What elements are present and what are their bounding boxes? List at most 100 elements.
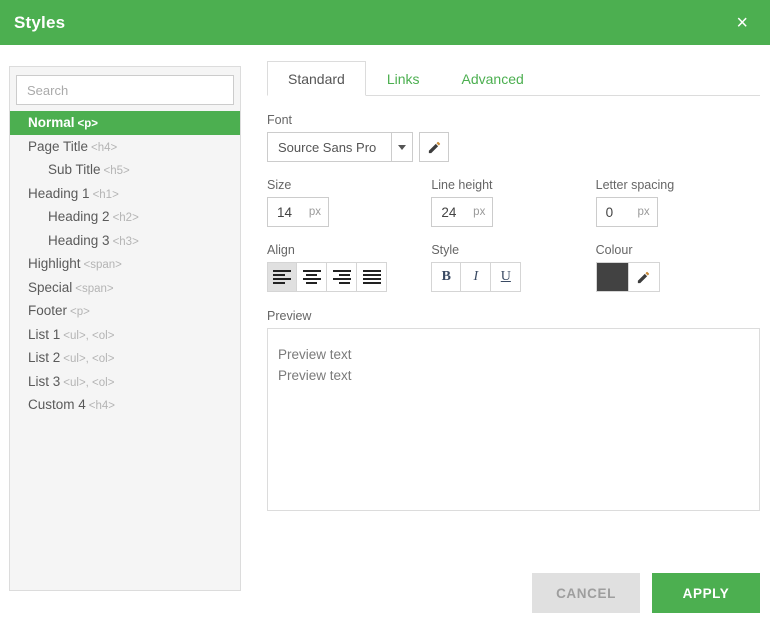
preview-box: Preview textPreview text [267,328,760,511]
style-item-label: List 3 [28,374,60,389]
align-left-button[interactable] [267,262,297,292]
metrics-row: Size px Line height px Letter spacing px [267,178,760,227]
align-button-group [267,262,431,292]
letter-spacing-input[interactable] [606,205,632,220]
colour-controls [596,262,760,292]
style-list-item[interactable]: Special<span> [10,276,240,300]
apply-button[interactable]: APPLY [652,573,760,613]
preview-text-line: Preview text [278,344,759,365]
pencil-icon [427,140,442,155]
align-right-button[interactable] [327,262,357,292]
style-list-item[interactable]: Custom 4<h4> [10,393,240,417]
format-controls-row: Align [267,243,760,292]
style-item-tag: <h4> [89,400,115,412]
style-list-item[interactable]: Footer<p> [10,299,240,323]
style-list-item[interactable]: List 1<ul>, <ol> [10,323,240,347]
style-item-label: Heading 1 [28,186,90,201]
style-label: Style [431,243,595,257]
style-item-tag: <p> [70,306,90,318]
style-item-tag: <span> [75,283,113,295]
style-item-label: Custom 4 [28,397,86,412]
style-item-tag: <h1> [93,189,119,201]
style-item-tag: <ul>, <ol> [63,377,114,389]
letter-spacing-field[interactable]: px [596,197,658,227]
letter-spacing-label: Letter spacing [596,178,760,192]
style-item-label: Sub Title [48,162,101,177]
chevron-down-icon [398,145,406,150]
page-title: Styles [14,13,65,33]
style-group: Style B I U [431,243,595,292]
style-item-tag: <h3> [113,236,139,248]
style-list-item[interactable]: Heading 3<h3> [10,229,240,253]
style-list-item[interactable]: Heading 1<h1> [10,182,240,206]
style-item-label: Special [28,280,72,295]
settings-content: StandardLinksAdvanced Font Source Sans P… [267,59,760,511]
style-list-item[interactable]: Sub Title<h5> [10,158,240,182]
style-list-item[interactable]: Page Title<h4> [10,135,240,159]
close-icon[interactable]: × [732,11,752,35]
font-dropdown-toggle[interactable] [391,132,413,162]
align-center-button[interactable] [297,262,327,292]
bold-button[interactable]: B [431,262,461,292]
letter-spacing-unit: px [638,206,650,218]
bold-icon: B [442,269,451,285]
search-container [10,67,240,111]
font-controls: Source Sans Pro [267,132,760,162]
line-height-field[interactable]: px [431,197,493,227]
align-group: Align [267,243,431,292]
preview-section: Preview Preview textPreview text [267,309,760,511]
size-label: Size [267,178,431,192]
style-list-item[interactable]: List 2<ul>, <ol> [10,346,240,370]
line-height-group: Line height px [431,178,595,227]
style-item-tag: <p> [78,118,98,130]
search-input[interactable] [16,75,234,105]
font-edit-button[interactable] [419,132,449,162]
style-item-tag: <ul>, <ol> [63,330,114,342]
size-field[interactable]: px [267,197,329,227]
size-input[interactable] [277,205,303,220]
align-left-icon [273,270,291,284]
style-item-label: Highlight [28,256,81,271]
style-item-tag: <h5> [104,165,130,177]
line-height-unit: px [473,206,485,218]
style-item-tag: <h2> [113,212,139,224]
colour-swatch[interactable] [596,262,628,292]
tab-standard[interactable]: Standard [267,61,366,96]
align-justify-button[interactable] [357,262,387,292]
font-family-select[interactable]: Source Sans Pro [267,132,391,162]
style-item-label: Normal [28,115,75,130]
colour-group: Colour [596,243,760,292]
tab-bar: StandardLinksAdvanced [267,59,760,96]
style-item-label: Heading 2 [48,209,110,224]
underline-button[interactable]: U [491,262,521,292]
align-label: Align [267,243,431,257]
colour-edit-button[interactable] [628,262,660,292]
pencil-icon [636,270,651,285]
style-item-tag: <span> [84,259,122,271]
italic-button[interactable]: I [461,262,491,292]
colour-label: Colour [596,243,760,257]
preview-text-line: Preview text [278,365,759,386]
align-center-icon [303,270,321,284]
style-list-item[interactable]: Heading 2<h2> [10,205,240,229]
dialog-header: Styles × [0,0,770,45]
style-list-item[interactable]: Normal<p> [10,111,240,135]
line-height-input[interactable] [441,205,467,220]
style-list-item[interactable]: Highlight<span> [10,252,240,276]
style-item-label: Page Title [28,139,88,154]
preview-label: Preview [267,309,760,323]
style-item-label: Heading 3 [48,233,110,248]
letter-spacing-group: Letter spacing px [596,178,760,227]
size-group: Size px [267,178,431,227]
style-item-label: Footer [28,303,67,318]
tab-advanced[interactable]: Advanced [441,61,545,96]
style-list-item[interactable]: List 3<ul>, <ol> [10,370,240,394]
font-label: Font [267,113,760,127]
cancel-button[interactable]: CANCEL [532,573,640,613]
font-section: Font Source Sans Pro [267,113,760,162]
italic-icon: I [473,269,478,285]
style-item-tag: <ul>, <ol> [63,353,114,365]
style-item-tag: <h4> [91,142,117,154]
style-item-label: List 1 [28,327,60,342]
tab-links[interactable]: Links [366,61,441,96]
